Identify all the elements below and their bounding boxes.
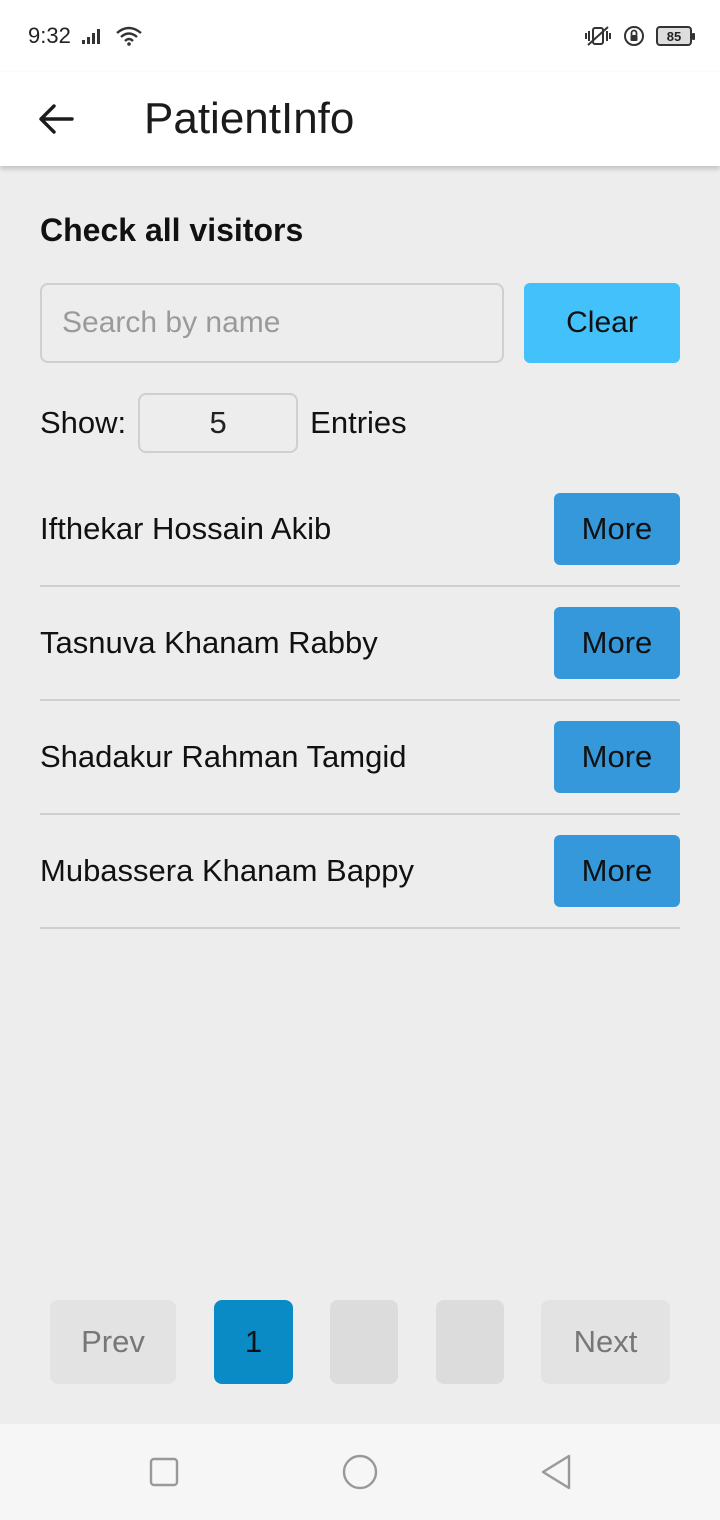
page-1-button[interactable]: 1 (214, 1300, 293, 1384)
clear-button[interactable]: Clear (524, 283, 680, 363)
back-arrow-icon[interactable] (28, 91, 84, 147)
entries-count-input[interactable] (138, 393, 299, 453)
search-row: Clear (40, 283, 680, 363)
page-title: PatientInfo (144, 94, 355, 143)
battery-icon: 85 (656, 26, 695, 46)
app-bar: PatientInfo (0, 72, 720, 166)
main-content: Check all visitors Clear Show: Entries I… (40, 166, 680, 929)
show-label: Show: (40, 405, 127, 440)
section-heading: Check all visitors (40, 212, 304, 248)
search-input[interactable] (40, 283, 504, 363)
more-button[interactable]: More (554, 493, 680, 565)
wifi-icon (115, 26, 143, 46)
system-nav-bar (0, 1424, 720, 1520)
status-bar: 9:32 85 (0, 0, 720, 72)
visitor-name: Shadakur Rahman Tamgid (40, 739, 407, 774)
recent-apps-icon[interactable] (144, 1452, 184, 1492)
more-button[interactable]: More (554, 835, 680, 907)
visitor-name: Ifthekar Hossain Akib (40, 511, 332, 546)
show-entries-row: Show: Entries (40, 393, 680, 453)
battery-level: 85 (666, 28, 682, 44)
visitor-list: Ifthekar Hossain Akib More Tasnuva Khana… (40, 493, 680, 929)
more-button[interactable]: More (554, 721, 680, 793)
rotation-lock-icon (622, 24, 646, 48)
status-time: 9:32 (28, 23, 71, 48)
signal-icon (81, 27, 105, 45)
list-item: Ifthekar Hossain Akib More (40, 493, 680, 587)
more-button[interactable]: More (554, 607, 680, 679)
page-2-button[interactable] (330, 1300, 398, 1384)
entries-label: Entries (310, 405, 407, 440)
visitor-name: Tasnuva Khanam Rabby (40, 625, 378, 660)
pagination: Prev 1 Next (50, 1300, 670, 1384)
list-item: Mubassera Khanam Bappy More (40, 815, 680, 929)
page-3-button[interactable] (436, 1300, 504, 1384)
home-icon[interactable] (340, 1452, 380, 1492)
back-icon[interactable] (536, 1452, 576, 1492)
visitor-name: Mubassera Khanam Bappy (40, 853, 414, 888)
list-item: Tasnuva Khanam Rabby More (40, 587, 680, 701)
prev-page-button[interactable]: Prev (50, 1300, 176, 1384)
list-item: Shadakur Rahman Tamgid More (40, 701, 680, 815)
next-page-button[interactable]: Next (541, 1300, 670, 1384)
vibrate-icon (584, 25, 612, 47)
